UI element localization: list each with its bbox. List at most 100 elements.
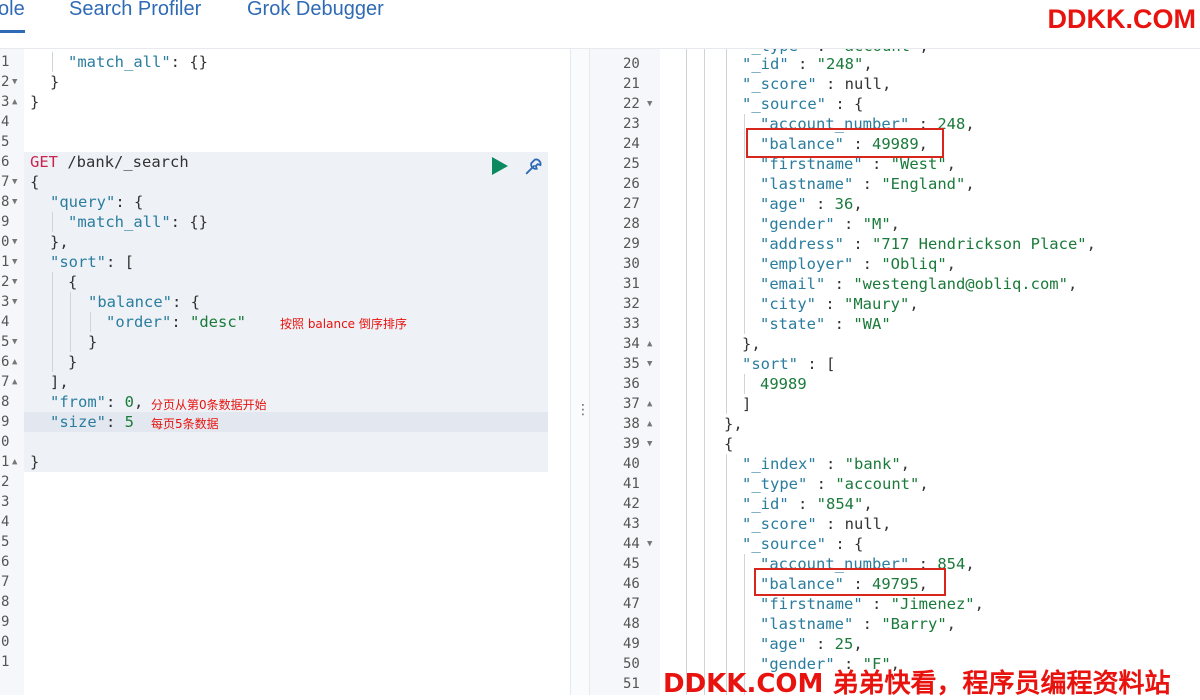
code-line: } bbox=[68, 353, 78, 371]
fold-toggle-icon[interactable]: ▲ bbox=[12, 357, 17, 367]
fold-toggle-icon[interactable]: ▼ bbox=[12, 197, 17, 207]
fold-toggle-icon[interactable]: ▼ bbox=[12, 337, 17, 347]
fold-toggle-icon[interactable]: ▼ bbox=[12, 237, 17, 247]
line-number: 43 bbox=[623, 516, 640, 532]
code-line: "from": 0, bbox=[50, 393, 144, 411]
doc1-age: 36 bbox=[834, 195, 854, 213]
code-line: "sort" : [ bbox=[742, 355, 836, 373]
from-annotation: 分页从第0条数据开始 bbox=[151, 398, 267, 412]
fold-toggle-icon[interactable]: ▼ bbox=[647, 359, 652, 369]
pane-resizer[interactable] bbox=[570, 49, 590, 695]
doc2-id: "854" bbox=[816, 495, 864, 513]
request-editor[interactable]: 1 2 ▼ 3 ▲ 4 5 6 7 ▼ 8 ▼ 9 0 ▼ 1 ▼ 2 ▼ 3 ▼ 4 5 ▼ 6 ▲ 7 ▲ 8 9 0 1 ▲ 2 3 4 5 6 7 8… bbox=[0, 49, 570, 695]
line-number: 30 bbox=[623, 256, 640, 272]
line-number: 39 bbox=[623, 436, 640, 452]
line-number: 42 bbox=[623, 496, 640, 512]
order-annotation: 按照 balance 倒序排序 bbox=[280, 317, 407, 331]
resize-grip-icon[interactable]: ⋮ bbox=[576, 402, 590, 418]
fold-toggle-icon[interactable]: ▼ bbox=[12, 77, 17, 87]
code-line: "size": 5 bbox=[50, 413, 135, 431]
code-line: "address" : "717 Hendrickson Place", bbox=[760, 235, 1096, 253]
fold-toggle-icon[interactable]: ▲ bbox=[12, 97, 17, 107]
wrench-icon[interactable] bbox=[523, 155, 545, 177]
line-number: 8 bbox=[1, 194, 10, 210]
doc1-sort-value: 49989 bbox=[760, 375, 807, 393]
line-number: 29 bbox=[623, 236, 640, 252]
code-line: "_score" : null, bbox=[742, 515, 892, 533]
fold-toggle-icon[interactable]: ▲ bbox=[647, 399, 652, 409]
indent-guide bbox=[704, 49, 705, 695]
watermark-bottom: DDKK.COM 弟弟快看，程序员编程资料站 bbox=[663, 669, 1171, 699]
fold-toggle-icon[interactable]: ▼ bbox=[647, 539, 652, 549]
code-line: "_id" : "248", bbox=[742, 55, 873, 73]
code-line: "sort": [ bbox=[50, 253, 134, 271]
line-number: 2 bbox=[1, 74, 10, 90]
line-number: 48 bbox=[623, 616, 640, 632]
fold-toggle-icon[interactable]: ▼ bbox=[12, 297, 17, 307]
line-number: 0 bbox=[1, 634, 10, 650]
code-line: "match_all": {} bbox=[68, 53, 208, 71]
code-line: "employer" : "Obliq", bbox=[760, 255, 956, 273]
line-number: 0 bbox=[1, 434, 10, 450]
tab-console[interactable]: ole bbox=[0, 0, 25, 33]
line-number: 9 bbox=[1, 414, 10, 430]
line-number: 4 bbox=[1, 114, 10, 130]
code-line: { bbox=[724, 435, 734, 453]
line-number: 27 bbox=[623, 196, 640, 212]
balance-highlight-box bbox=[754, 568, 946, 596]
doc1-city: "Maury" bbox=[844, 295, 910, 313]
fold-toggle-icon[interactable]: ▲ bbox=[12, 457, 17, 467]
fold-toggle-icon[interactable]: ▼ bbox=[12, 277, 17, 287]
code-line: ], bbox=[50, 373, 69, 391]
indent-guide bbox=[52, 52, 53, 72]
fold-toggle-icon[interactable]: ▲ bbox=[12, 377, 17, 387]
code-line: "city" : "Maury", bbox=[760, 295, 919, 313]
balance-highlight-box bbox=[746, 128, 944, 158]
fold-toggle-icon[interactable]: ▲ bbox=[647, 419, 652, 429]
line-number: 37 bbox=[623, 396, 640, 412]
line-number: 47 bbox=[623, 596, 640, 612]
line-number: 49 bbox=[623, 636, 640, 652]
line-number: 7 bbox=[1, 574, 10, 590]
doc2-age: 25 bbox=[834, 635, 854, 653]
doc1-address: "717 Hendrickson Place" bbox=[872, 235, 1087, 253]
code-line: "age" : 25, bbox=[760, 635, 863, 653]
code-line: "age" : 36, bbox=[760, 195, 863, 213]
code-line: 49989 bbox=[760, 374, 807, 394]
line-number: 25 bbox=[623, 156, 640, 172]
doc2-firstname: "Jimenez" bbox=[890, 595, 975, 613]
code-line: } bbox=[88, 333, 98, 351]
line-number: 3 bbox=[1, 494, 10, 510]
fold-toggle-icon[interactable]: ▼ bbox=[12, 177, 17, 187]
line-number: 22 bbox=[623, 96, 640, 112]
code-line: } bbox=[30, 453, 40, 471]
line-number: 33 bbox=[623, 316, 640, 332]
line-number: 9 bbox=[1, 614, 10, 630]
line-number: 50 bbox=[623, 656, 640, 672]
code-line: ] bbox=[742, 395, 752, 413]
fold-toggle-icon[interactable]: ▲ bbox=[647, 339, 652, 349]
request-method: GET bbox=[30, 153, 58, 171]
indent-guide bbox=[686, 49, 687, 695]
tab-grok-debugger[interactable]: Grok Debugger bbox=[247, 0, 384, 21]
tab-search-profiler[interactable]: Search Profiler bbox=[69, 0, 201, 21]
code-line: "_score" : null, bbox=[742, 75, 892, 93]
code-line: }, bbox=[724, 415, 743, 433]
code-line: } bbox=[50, 73, 60, 91]
line-number: 7 bbox=[1, 174, 10, 190]
fold-toggle-icon[interactable]: ▼ bbox=[647, 99, 652, 109]
indent-guide bbox=[744, 374, 745, 394]
line-number: 36 bbox=[623, 376, 640, 392]
fold-toggle-icon[interactable]: ▼ bbox=[647, 439, 652, 449]
indent-guide bbox=[90, 312, 91, 332]
doc1-email: "westengland@obliq.com" bbox=[853, 275, 1068, 293]
doc2-lastname: "Barry" bbox=[881, 615, 947, 633]
line-number: 5 bbox=[1, 534, 10, 550]
line-number: 8 bbox=[1, 594, 10, 610]
line-number: 5 bbox=[1, 134, 10, 150]
fold-toggle-icon[interactable]: ▼ bbox=[12, 257, 17, 267]
request-line: GET /bank/_search bbox=[30, 152, 189, 172]
line-number: 5 bbox=[1, 334, 10, 350]
code-line: "order": "desc" bbox=[106, 313, 246, 331]
play-icon[interactable] bbox=[492, 157, 508, 175]
